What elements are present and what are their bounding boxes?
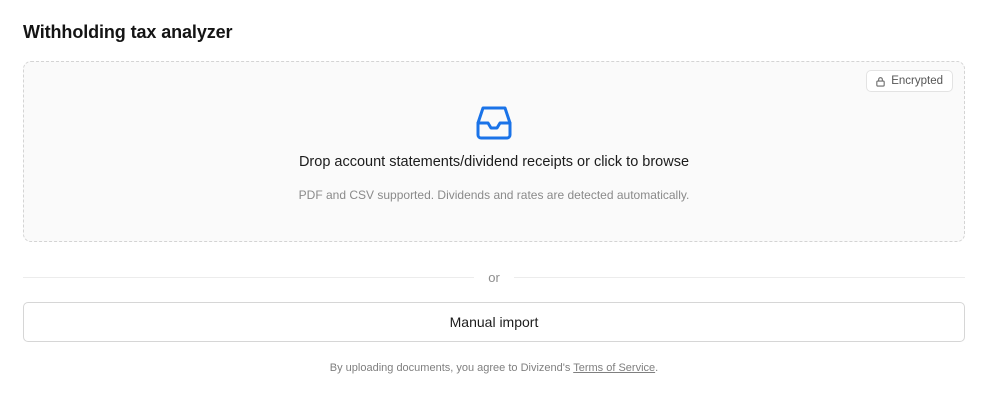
terms-notice-suffix: . (655, 362, 659, 374)
lock-icon (875, 76, 886, 87)
dropzone-primary-text: Drop account statements/dividend receipt… (298, 154, 690, 170)
divider-label: or (488, 269, 500, 285)
or-divider: or (23, 268, 965, 286)
divider-line-right (513, 276, 965, 278)
upload-dropzone[interactable]: Encrypted Drop account statements/divide… (23, 61, 965, 242)
terms-notice: By uploading documents, you agree to Div… (23, 362, 965, 374)
terms-of-service-link[interactable]: Terms of Service (573, 362, 655, 374)
divider-line-left (23, 276, 475, 278)
manual-import-button[interactable]: Manual import (23, 302, 965, 342)
terms-notice-prefix: By uploading documents, you agree to Div… (329, 362, 574, 374)
encrypted-badge-label: Encrypted (891, 75, 943, 87)
page: Withholding tax analyzer Encrypted Drop … (0, 0, 986, 401)
dropzone-hint-text: PDF and CSV supported. Dividends and rat… (298, 188, 690, 202)
encrypted-badge: Encrypted (866, 70, 953, 92)
inbox-icon (475, 104, 513, 142)
page-title: Withholding tax analyzer (23, 22, 233, 42)
